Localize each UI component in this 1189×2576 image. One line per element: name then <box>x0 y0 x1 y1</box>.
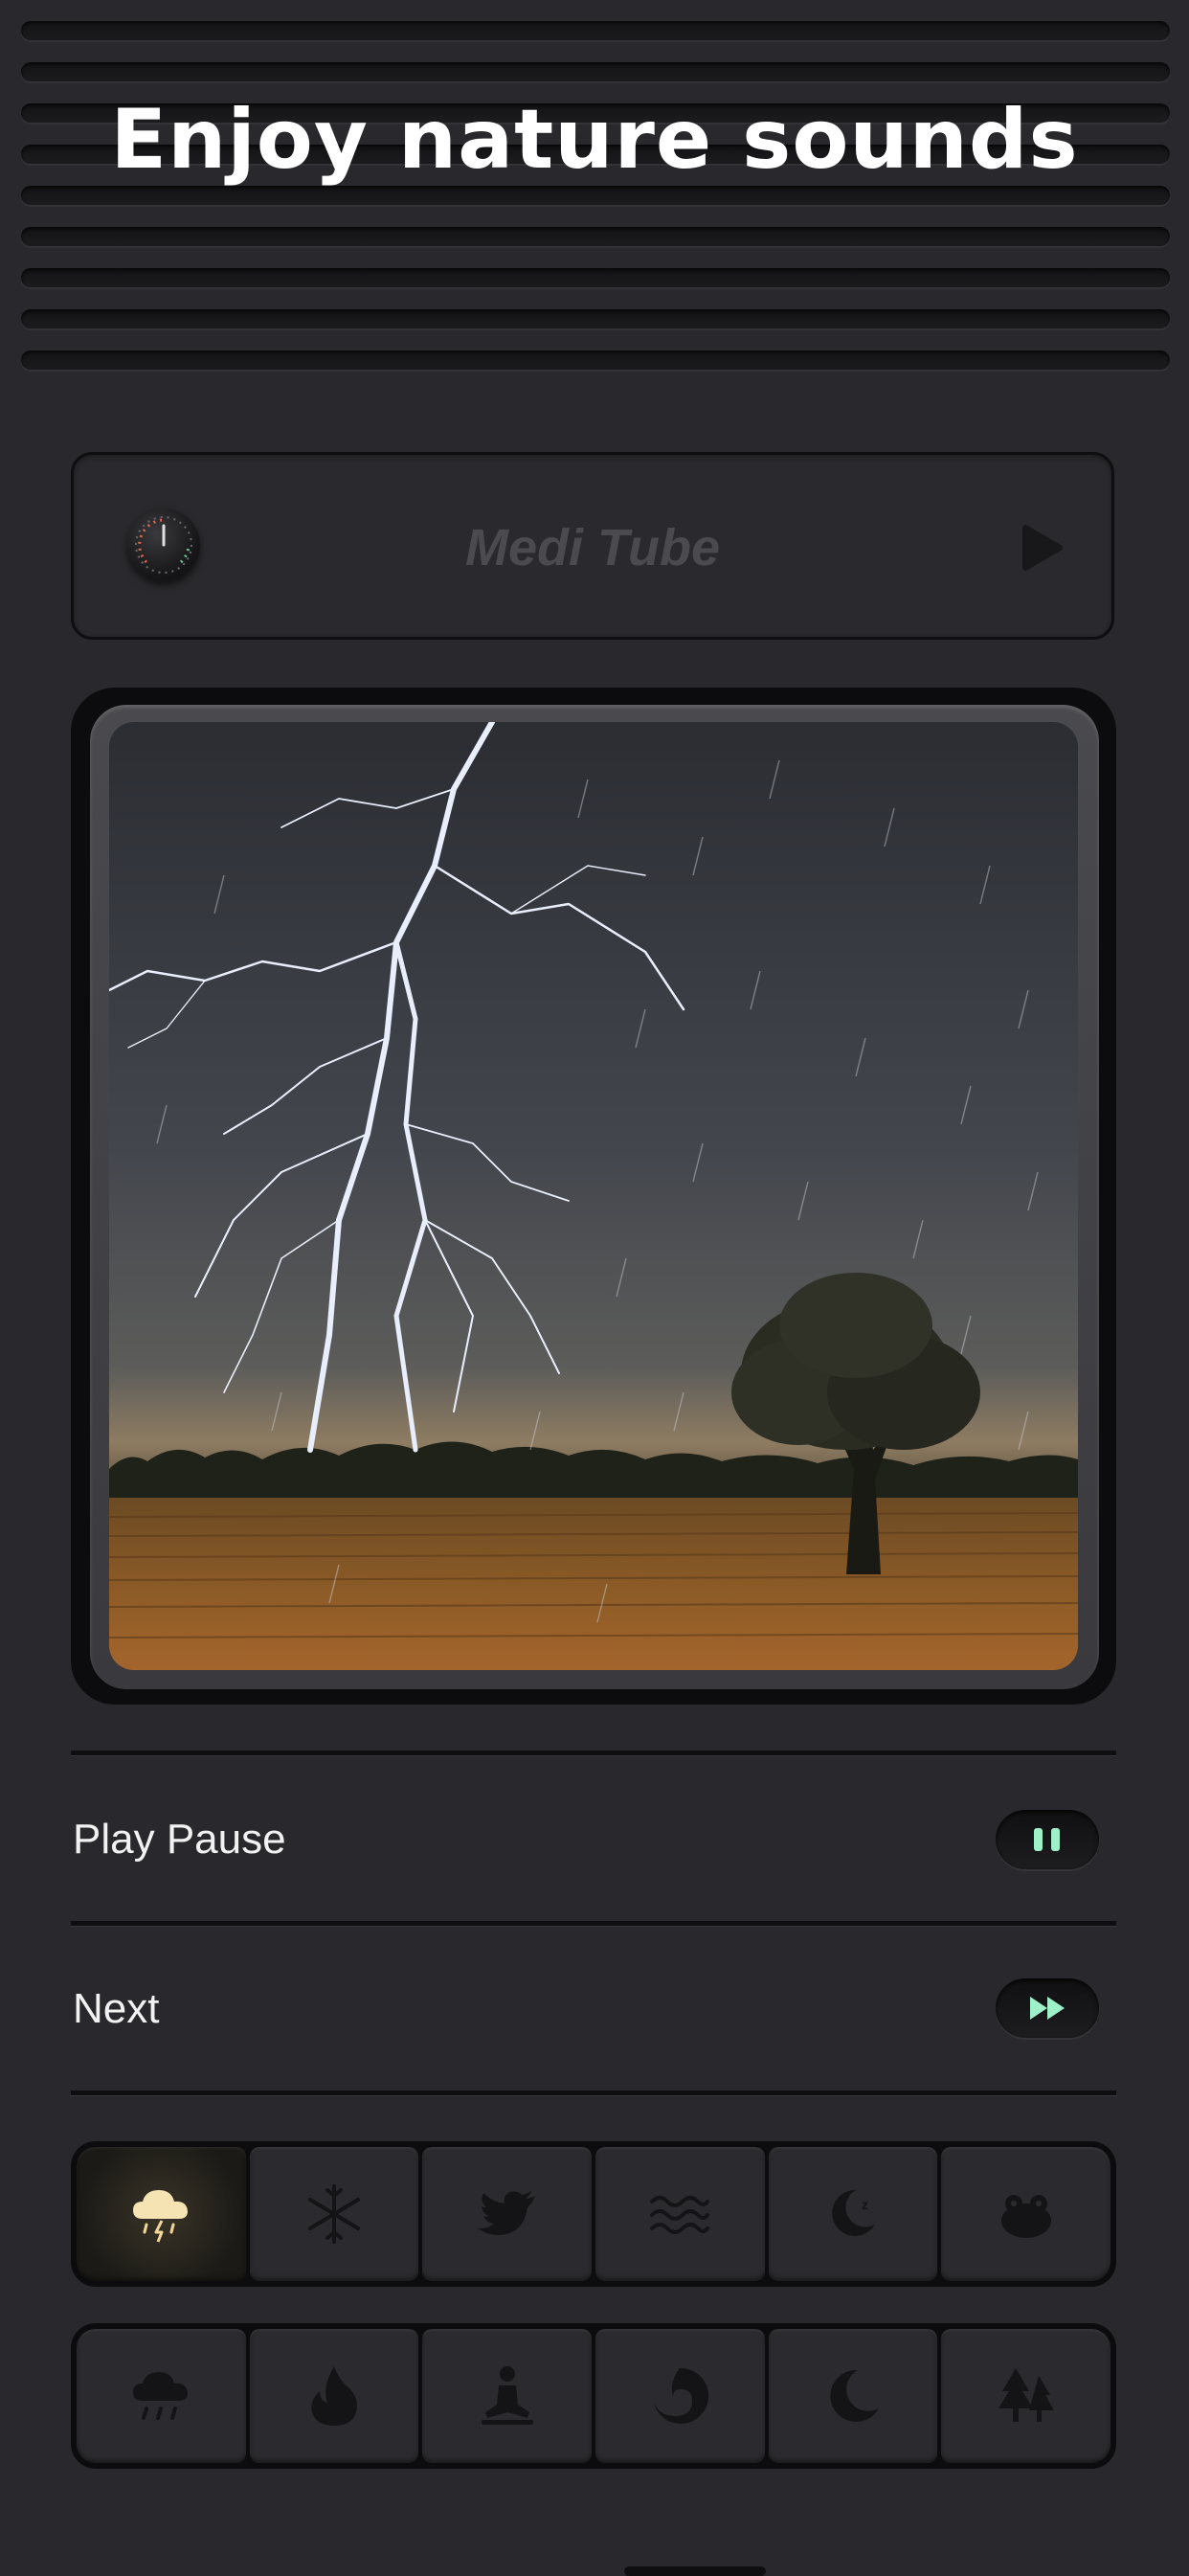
play-icon[interactable] <box>1020 524 1064 576</box>
ocean-button[interactable] <box>595 2147 765 2281</box>
night-button[interactable] <box>768 2329 938 2463</box>
thunderstorm-button[interactable] <box>77 2147 246 2281</box>
thunderstorm-icon <box>133 2190 189 2243</box>
next-button[interactable] <box>996 1978 1099 2038</box>
speaker-grille <box>21 21 1170 385</box>
svg-text:z: z <box>862 2197 868 2212</box>
bird-icon <box>477 2191 535 2235</box>
moon-zzz-icon: z <box>832 2189 876 2236</box>
sound-grid-row-1: z <box>71 2141 1116 2287</box>
wind-button[interactable] <box>595 2329 765 2463</box>
moon-icon <box>830 2369 880 2422</box>
rain-button[interactable] <box>77 2329 246 2463</box>
play-pause-button[interactable] <box>996 1810 1099 1869</box>
forest-button[interactable] <box>941 2329 1111 2463</box>
storm-scene-image <box>109 722 1078 1670</box>
frogs-button[interactable] <box>941 2147 1111 2281</box>
meditation-button[interactable] <box>422 2329 593 2463</box>
frog-icon <box>1000 2195 1051 2238</box>
tube-title: Medi Tube <box>464 519 721 576</box>
forest-icon <box>998 2368 1054 2422</box>
divider <box>71 1921 1116 1927</box>
page-title: Enjoy nature sounds <box>110 92 1079 188</box>
rain-cloud-icon <box>133 2372 189 2420</box>
fast-forward-icon <box>1030 1997 1065 2020</box>
waves-icon <box>650 2196 710 2234</box>
fire-button[interactable] <box>249 2329 419 2463</box>
next-label: Next <box>73 1985 160 2032</box>
snowflake-icon <box>308 2184 360 2244</box>
swirl-icon <box>654 2367 709 2424</box>
meditation-icon <box>481 2366 533 2425</box>
birds-button[interactable] <box>422 2147 593 2281</box>
divider <box>71 1751 1116 1756</box>
medi-tube-panel: Medi Tube <box>71 452 1114 640</box>
sound-grid-row-2 <box>71 2323 1116 2469</box>
pause-icon <box>1034 1828 1060 1851</box>
fire-icon <box>311 2366 357 2426</box>
divider <box>71 2090 1116 2096</box>
play-pause-label: Play Pause <box>73 1816 286 1863</box>
home-indicator[interactable] <box>624 2566 766 2576</box>
sleep-button[interactable]: z <box>768 2147 938 2281</box>
snow-button[interactable] <box>249 2147 419 2281</box>
